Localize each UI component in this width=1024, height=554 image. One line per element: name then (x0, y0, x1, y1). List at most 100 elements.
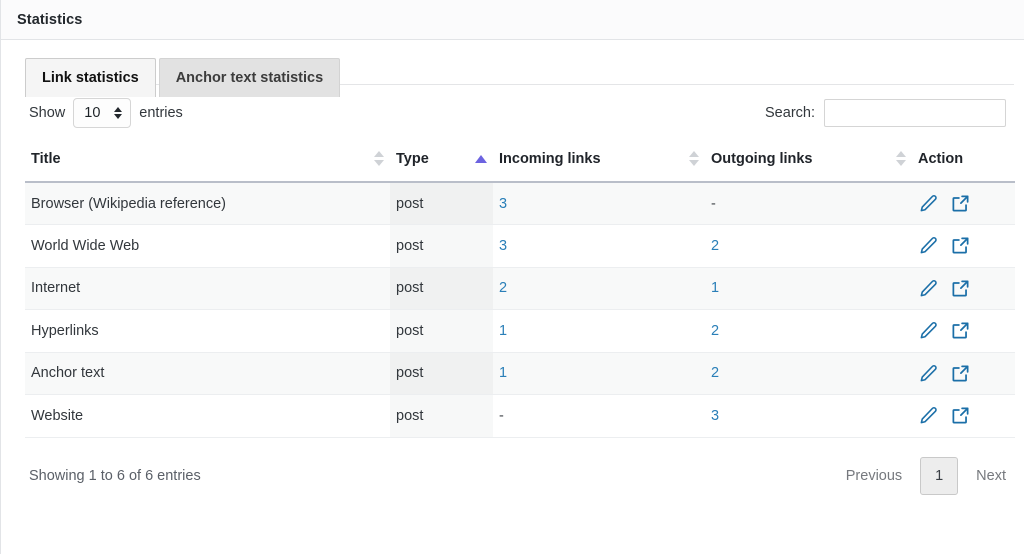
cell-outgoing-links: 3 (705, 394, 912, 438)
cell-title: Hyperlinks (25, 309, 390, 353)
entries-label: entries (139, 104, 183, 121)
edit-pencil-icon[interactable] (918, 321, 938, 341)
entries-per-page-select[interactable]: 10 (73, 97, 132, 128)
column-header-type-label: Type (396, 150, 429, 167)
cell-incoming-links-link[interactable]: 1 (499, 323, 507, 339)
sort-both-icon (689, 151, 699, 166)
column-header-type[interactable]: Type (390, 136, 493, 183)
cell-action (912, 182, 1015, 225)
sort-ascending-icon (475, 154, 487, 163)
edit-pencil-icon[interactable] (918, 278, 938, 298)
cell-title: Anchor text (25, 352, 390, 395)
cell-action (912, 224, 1015, 268)
cell-type: post (390, 309, 493, 353)
cell-outgoing-links-link[interactable]: 1 (711, 280, 719, 296)
tab-link-statistics-label: Link statistics (42, 70, 139, 86)
edit-pencil-icon[interactable] (918, 194, 938, 214)
cell-type: post (390, 224, 493, 268)
sort-both-icon (374, 151, 384, 166)
table-row: Internet post 2 1 (25, 267, 1015, 310)
statistics-panel: Statistics Link statistics Anchor text s… (0, 0, 1024, 554)
tab-anchor-text-statistics-label: Anchor text statistics (175, 70, 324, 86)
cell-type: post (390, 394, 493, 438)
open-external-icon[interactable] (950, 363, 970, 383)
cell-outgoing-links: 2 (705, 309, 912, 353)
column-header-title-label: Title (31, 150, 61, 167)
table-row: Anchor text post 1 2 (25, 352, 1015, 395)
table-footer: Showing 1 to 6 of 6 entries Previous 1 N… (1, 438, 1024, 498)
search-input[interactable] (824, 98, 1006, 127)
cell-incoming-links-link[interactable]: 1 (499, 365, 507, 381)
tabs-container: Link statistics Anchor text statistics (1, 40, 1024, 97)
cell-incoming-links-link[interactable]: 3 (499, 196, 507, 212)
cell-incoming-links: 1 (493, 352, 705, 395)
cell-outgoing-links-link[interactable]: 2 (711, 323, 719, 339)
sort-both-icon (896, 151, 906, 166)
show-label: Show (29, 104, 66, 121)
table-row: Hyperlinks post 1 2 (25, 309, 1015, 353)
table-body: Browser (Wikipedia reference) post 3- World… (25, 182, 1015, 438)
cell-incoming-links: 1 (493, 309, 705, 353)
table-row: World Wide Web post 3 2 (25, 224, 1015, 268)
cell-action (912, 394, 1015, 438)
cell-incoming-links: 2 (493, 267, 705, 310)
open-external-icon[interactable] (950, 321, 970, 341)
tab-anchor-text-statistics[interactable]: Anchor text statistics (158, 58, 341, 97)
cell-action (912, 352, 1015, 395)
page-title: Statistics (17, 11, 83, 28)
column-header-outgoing-links[interactable]: Outgoing links (705, 136, 912, 183)
pagination-previous-button[interactable]: Previous (846, 468, 902, 484)
open-external-icon[interactable] (950, 194, 970, 214)
table-head: Title Type Incoming links Outgoing links… (25, 136, 1015, 183)
cell-type: post (390, 182, 493, 225)
tab-list: Link statistics Anchor text statistics (25, 58, 1024, 97)
pagination: Previous 1 Next (846, 456, 1006, 495)
edit-pencil-icon[interactable] (918, 363, 938, 383)
statistics-table-container: Title Type Incoming links Outgoing links… (1, 136, 1024, 438)
statistics-table: Title Type Incoming links Outgoing links… (25, 136, 1015, 438)
edit-pencil-icon[interactable] (918, 236, 938, 256)
pagination-page-1-button[interactable]: 1 (920, 456, 959, 495)
cell-incoming-links-empty: - (499, 407, 504, 424)
cell-outgoing-links: 2 (705, 352, 912, 395)
column-header-title[interactable]: Title (25, 136, 390, 183)
cell-incoming-links-link[interactable]: 3 (499, 238, 507, 254)
cell-title: Internet (25, 267, 390, 310)
cell-action (912, 267, 1015, 310)
entries-info: Showing 1 to 6 of 6 entries (29, 467, 201, 484)
search-label: Search: (765, 104, 815, 121)
cell-outgoing-links-link[interactable]: 3 (711, 408, 719, 424)
table-row: Website post - 3 (25, 394, 1015, 438)
chevron-updown-icon (114, 106, 123, 119)
column-header-incoming-links-label: Incoming links (499, 150, 601, 167)
column-header-action-label: Action (918, 150, 964, 167)
cell-title: Website (25, 394, 390, 438)
cell-outgoing-links: 2 (705, 224, 912, 268)
cell-outgoing-links-link[interactable]: 2 (711, 365, 719, 381)
search-control: Search: (765, 98, 1006, 127)
cell-type: post (390, 352, 493, 395)
cell-incoming-links: - (493, 394, 705, 438)
cell-incoming-links: 3 (493, 224, 705, 268)
cell-incoming-links-link[interactable]: 2 (499, 280, 507, 296)
column-header-action: Action (912, 136, 1015, 183)
pagination-next-button[interactable]: Next (976, 468, 1006, 484)
cell-outgoing-links-empty: - (711, 195, 716, 212)
column-header-incoming-links[interactable]: Incoming links (493, 136, 705, 183)
cell-outgoing-links: 1 (705, 267, 912, 310)
cell-type: post (390, 267, 493, 310)
open-external-icon[interactable] (950, 406, 970, 426)
cell-outgoing-links: - (705, 182, 912, 225)
edit-pencil-icon[interactable] (918, 406, 938, 426)
cell-outgoing-links-link[interactable]: 2 (711, 238, 719, 254)
table-row: Browser (Wikipedia reference) post 3 - (25, 182, 1015, 225)
open-external-icon[interactable] (950, 278, 970, 298)
cell-title: World Wide Web (25, 224, 390, 268)
cell-incoming-links: 3 (493, 182, 705, 225)
open-external-icon[interactable] (950, 236, 970, 256)
cell-action (912, 309, 1015, 353)
column-header-outgoing-links-label: Outgoing links (711, 150, 813, 167)
table-header-row: Title Type Incoming links Outgoing links… (25, 136, 1015, 183)
tab-link-statistics[interactable]: Link statistics (25, 58, 156, 97)
entries-length-control: Show 10 entries (29, 97, 183, 128)
